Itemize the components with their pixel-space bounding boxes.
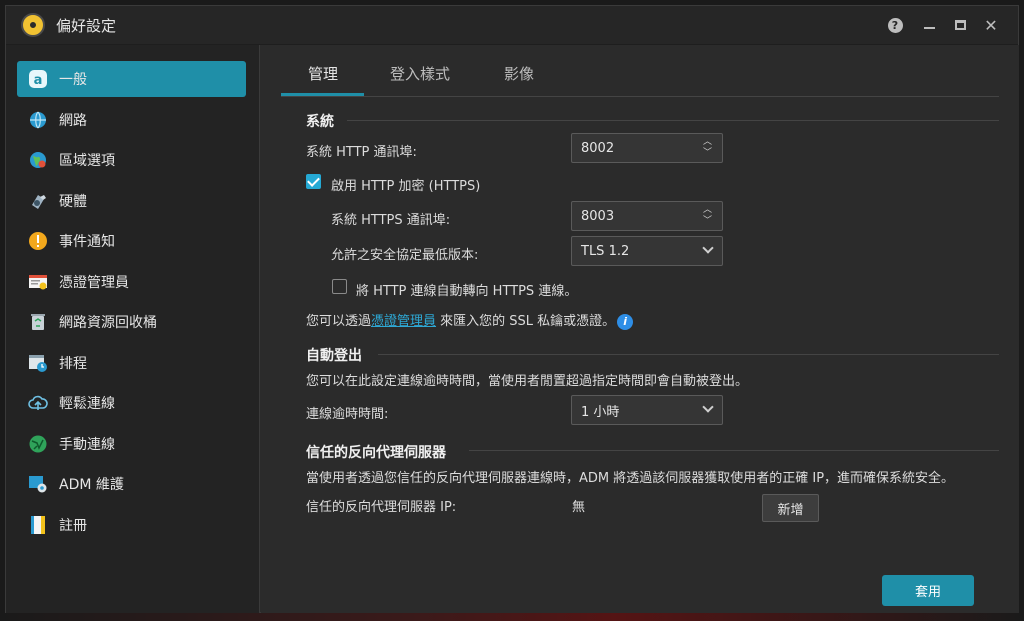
calendar-clock-icon (27, 352, 49, 374)
sidebar-item-certificate-manager[interactable]: 憑證管理員 (17, 264, 246, 300)
https-enable-checkbox[interactable] (306, 174, 321, 189)
sidebar-item-registration[interactable]: 註冊 (17, 507, 246, 543)
manual-connect-icon (27, 433, 49, 455)
redirect-https-label: 將 HTTP 連線自動轉向 HTTPS 連線。 (356, 284, 578, 299)
globe-icon (27, 109, 49, 131)
http-port-label: 系統 HTTP 通訊埠: (306, 145, 417, 160)
warning-icon (27, 230, 49, 252)
maximize-icon[interactable] (951, 16, 969, 34)
sidebar-item-label: 手動連線 (59, 437, 115, 453)
section-title-system: 系統 (306, 114, 334, 130)
ssl-note: 您可以透過憑證管理員 來匯入您的 SSL 私鑰或憑證。 i (306, 310, 634, 330)
tls-version-label: 允許之安全協定最低版本: (331, 248, 479, 263)
general-icon: a (27, 68, 49, 90)
sidebar-item-label: 網路資源回收桶 (59, 315, 157, 331)
proxy-ip-label: 信任的反向代理伺服器 IP: (306, 500, 457, 515)
title-bar[interactable]: 偏好設定 ? ✕ (6, 6, 1018, 45)
http-port-stepper[interactable]: 8002 ︿ ﹀ (571, 133, 723, 163)
chevron-down-icon (702, 401, 714, 413)
sidebar-item-label: 憑證管理員 (59, 275, 129, 291)
sidebar-item-schedule[interactable]: 排程 (17, 345, 246, 381)
cloud-upload-icon (27, 392, 49, 414)
minimize-icon[interactable] (920, 16, 938, 34)
http-port-value: 8002 (581, 140, 615, 156)
https-port-stepper[interactable]: 8003 ︿ ﹀ (571, 201, 723, 231)
sidebar-item-label: 硬體 (59, 194, 87, 210)
sidebar-item-network[interactable]: 網路 (17, 102, 246, 138)
sidebar-item-label: 區域選項 (59, 153, 115, 169)
close-icon[interactable]: ✕ (982, 16, 1000, 35)
timeout-label: 連線逾時時間: (306, 407, 389, 422)
stepper-arrows-icon[interactable]: ︿ ﹀ (703, 205, 712, 227)
info-icon[interactable]: i (617, 313, 634, 330)
timeout-select[interactable]: 1 小時 (571, 395, 723, 425)
sidebar-item-hardware[interactable]: 硬體 (17, 183, 246, 219)
sidebar-item-label: 事件通知 (59, 234, 115, 250)
section-title-auto-logout: 自動登出 (306, 348, 362, 364)
tab-login-style[interactable]: 登入樣式 (390, 63, 450, 84)
tab-bar: 管理 登入樣式 影像 (281, 45, 999, 97)
tab-management[interactable]: 管理 (308, 63, 338, 84)
redirect-https-checkbox[interactable] (332, 279, 347, 294)
hardware-icon (27, 190, 49, 212)
sidebar-item-label: ADM 維護 (59, 477, 124, 493)
maintenance-gear-icon (27, 473, 49, 495)
sidebar-item-label: 一般 (59, 72, 87, 88)
preferences-window: 偏好設定 ? ✕ a 一般 網路 區域選項 硬體 事件通知 憑證管理員 網路資源… (5, 5, 1019, 613)
registration-icon (27, 514, 49, 536)
proxy-ip-value: 無 (572, 500, 586, 515)
region-globe-icon (27, 149, 49, 171)
apply-button[interactable]: 套用 (882, 575, 974, 606)
sidebar-item-adm-maintenance[interactable]: ADM 維護 (17, 466, 246, 502)
sidebar-item-label: 註冊 (59, 518, 87, 534)
sidebar-item-recycle-bin[interactable]: 網路資源回收桶 (17, 304, 246, 340)
stepper-arrows-icon[interactable]: ︿ ﹀ (703, 137, 712, 159)
add-proxy-button[interactable]: 新增 (762, 494, 819, 522)
divider (469, 450, 999, 451)
help-icon[interactable]: ? (886, 16, 904, 34)
window-title: 偏好設定 (56, 17, 117, 35)
timeout-value: 1 小時 (581, 404, 620, 420)
sidebar-item-ez-connect[interactable]: 輕鬆連線 (17, 385, 246, 421)
proxy-description: 當使用者透過您信任的反向代理伺服器連線時，ADM 將透過該伺服器獲取使用者的正確… (306, 471, 955, 486)
section-title-trusted-proxy: 信任的反向代理伺服器 (306, 445, 446, 461)
https-enable-label: 啟用 HTTP 加密 (HTTPS) (331, 179, 481, 194)
desktop-background (0, 613, 1024, 621)
tls-version-value: TLS 1.2 (581, 243, 630, 259)
sidebar-item-event-notification[interactable]: 事件通知 (17, 223, 246, 259)
chevron-down-icon (702, 242, 714, 254)
svg-text:a: a (34, 73, 43, 88)
sidebar-item-label: 網路 (59, 113, 87, 129)
certificate-icon (27, 271, 49, 293)
https-port-label: 系統 HTTPS 通訊埠: (331, 213, 451, 228)
sidebar-item-label: 輕鬆連線 (59, 396, 115, 412)
content-panel: 管理 登入樣式 影像 系統 系統 HTTP 通訊埠: 8002 ︿ ﹀ 啟用 HT… (261, 45, 1019, 613)
sidebar-item-manual-connect[interactable]: 手動連線 (17, 426, 246, 462)
tab-image[interactable]: 影像 (504, 63, 534, 84)
certificate-manager-link[interactable]: 憑證管理員 (371, 314, 436, 329)
active-tab-indicator (281, 93, 364, 96)
recycle-bin-icon (27, 311, 49, 333)
sidebar: a 一般 網路 區域選項 硬體 事件通知 憑證管理員 網路資源回收桶 排程 輕鬆… (6, 45, 260, 613)
sidebar-item-label: 排程 (59, 356, 87, 372)
sidebar-item-regional-options[interactable]: 區域選項 (17, 142, 246, 178)
https-port-value: 8003 (581, 208, 615, 224)
divider (347, 120, 999, 121)
settings-gear-icon (21, 13, 45, 37)
auto-logout-description: 您可以在此設定連線逾時時間，當使用者閒置超過指定時間即會自動被登出。 (306, 374, 749, 389)
tls-version-select[interactable]: TLS 1.2 (571, 236, 723, 266)
divider (378, 354, 999, 355)
sidebar-item-general[interactable]: a 一般 (17, 61, 246, 97)
